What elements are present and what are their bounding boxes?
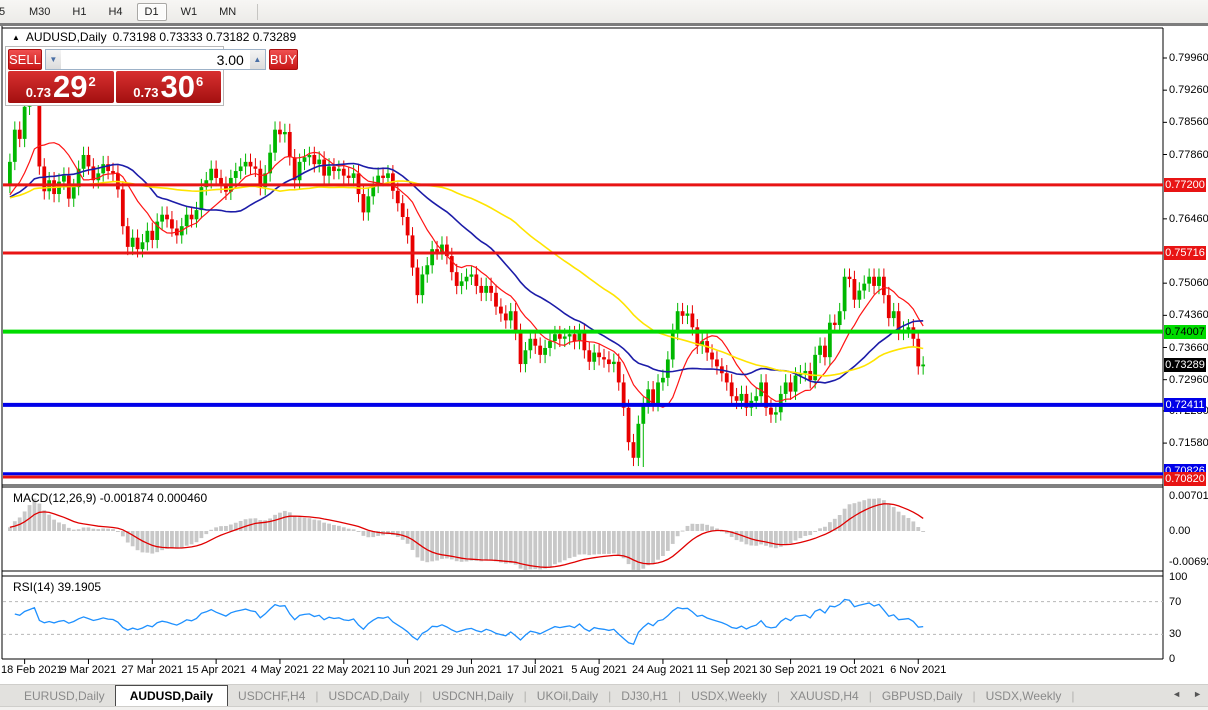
macd-axis-label: 0.00 (1169, 525, 1191, 537)
date-tick-label: 18 Feb 2021 (1, 664, 63, 676)
chart-tab-usdx[interactable]: USDX,Weekly (681, 685, 777, 706)
price-tick-label: 0.75060 (1169, 277, 1208, 290)
chart-ohlc-values: 0.73198 0.73333 0.73182 0.73289 (112, 30, 297, 44)
chart-symbol-period: AUDUSD,Daily (25, 30, 107, 44)
date-tick-label: 4 May 2021 (251, 664, 309, 676)
date-tick-label: 17 Jul 2021 (506, 664, 564, 676)
chart-title: ▲ AUDUSD,Daily 0.73198 0.73333 0.73182 0… (12, 30, 296, 44)
chart-tab-dj30[interactable]: DJ30,H1 (611, 685, 678, 706)
price-tick-label: 0.74360 (1169, 309, 1208, 322)
price-level-label-073289: 0.73289 (1164, 357, 1206, 372)
date-tick-label: 22 May 2021 (311, 664, 376, 676)
date-tick-label: 6 Nov 2021 (890, 664, 947, 676)
price-level-label-075716: 0.75716 (1164, 246, 1206, 261)
tab-scroll-arrows: ◄ ► (1172, 689, 1202, 699)
ask-pipette: 6 (196, 74, 204, 89)
chart-tab-usdchf[interactable]: USDCHF,H4 (228, 685, 315, 706)
price-tick-label: 0.73660 (1169, 341, 1208, 354)
date-tick-label: 5 Aug 2021 (571, 664, 627, 676)
date-tick-label: 24 Aug 2021 (632, 664, 694, 676)
date-tick-label: 9 Mar 2021 (60, 664, 117, 676)
ask-big-digits: 30 (160, 69, 196, 104)
chart-tab-eurusd[interactable]: EURUSD,Daily (14, 685, 115, 706)
buy-button[interactable]: BUY (268, 49, 298, 70)
one-click-trade-panel: SELL ▼ ▲ BUY 0.73 29 2 0.73 30 6 (5, 46, 298, 106)
date-tick-label: 29 Jun 2021 (441, 664, 502, 676)
date-tick-label: 11 Sep 2021 (695, 664, 758, 676)
date-tick-label: 19 Oct 2021 (824, 664, 885, 676)
price-tick-label: 0.77860 (1169, 148, 1208, 161)
chart-tab-audusd[interactable]: AUDUSD,Daily (114, 685, 229, 706)
window-top-edge (0, 23, 1208, 26)
price-level-label-070820: 0.70820 (1164, 472, 1206, 486)
sell-button[interactable]: SELL (8, 49, 42, 70)
collapse-panel-icon[interactable]: ▲ (12, 33, 20, 42)
price-tick-label: 0.79260 (1169, 84, 1208, 97)
timeframe-button-d1[interactable]: D1 (136, 2, 167, 21)
rsi-axis-label: 30 (1169, 628, 1182, 641)
timeframe-button-mn[interactable]: MN (211, 3, 244, 21)
date-tick-label: 30 Sep 2021 (759, 664, 822, 676)
macd-axis-label: -0.006923 (1169, 556, 1208, 568)
rsi-axis-label: 70 (1169, 595, 1182, 608)
volume-decrease-icon[interactable]: ▼ (45, 50, 61, 69)
volume-stepper: ▼ ▲ (44, 49, 266, 70)
ask-prefix: 0.73 (133, 85, 159, 100)
rsi-pane-area[interactable] (3, 577, 1163, 659)
price-tick-label: 0.76460 (1169, 212, 1208, 225)
price-level-label-077200: 0.77200 (1164, 177, 1206, 192)
bid-big-digits: 29 (53, 69, 88, 104)
date-tick-label: 10 Jun 2021 (377, 664, 438, 676)
macd-axis-label: 0.007015 (1169, 490, 1208, 502)
price-tick-label: 0.71580 (1169, 437, 1208, 450)
price-level-label-072411: 0.72411 (1164, 397, 1206, 412)
rsi-label: RSI(14) 39.1905 (13, 580, 102, 594)
macd-label: MACD(12,26,9) -0.001874 0.000460 (13, 491, 208, 505)
bid-prefix: 0.73 (25, 85, 52, 100)
price-tick-label: 0.72960 (1169, 373, 1208, 386)
price-tick-label: 0.78560 (1169, 116, 1208, 129)
chart-tab-xauusd[interactable]: XAUUSD,H4 (780, 685, 869, 706)
chart-tab-usdx[interactable]: USDX,Weekly (976, 685, 1072, 706)
timeframe-button-m30[interactable]: M30 (21, 3, 58, 21)
date-tick-label: 27 Mar 2021 (121, 664, 184, 676)
timeframe-button-w1[interactable]: W1 (173, 3, 206, 21)
volume-increase-icon[interactable]: ▲ (249, 50, 265, 69)
toolbar-separator (257, 3, 259, 20)
rsi-axis-label: 0 (1169, 653, 1176, 665)
timeframe-toolbar: 5 M30 H1 H4 D1 W1 MN (0, 0, 1208, 24)
trade-panel-controls: SELL ▼ ▲ BUY (6, 47, 298, 71)
chart-tab-usdcad[interactable]: USDCAD,Daily (319, 685, 420, 706)
price-tick-label: 0.79960 (1169, 52, 1208, 64)
chart-tab-usdcnh[interactable]: USDCNH,Daily (422, 685, 523, 706)
tab-separator: | (1071, 688, 1075, 703)
timeframe-button-5[interactable]: 5 (0, 3, 15, 21)
trade-panel-quotes: 0.73 29 2 0.73 30 6 (6, 71, 223, 105)
rsi-axis-label: 100 (1169, 571, 1188, 583)
bid-quote[interactable]: 0.73 29 2 (8, 71, 114, 103)
tab-scroll-right-icon[interactable]: ► (1193, 689, 1202, 699)
date-tick-label: 15 Apr 2021 (186, 664, 246, 676)
timeframe-button-h1[interactable]: H1 (64, 3, 94, 21)
chart-tab-ukoil[interactable]: UKOil,Daily (527, 685, 608, 706)
ask-quote[interactable]: 0.73 30 6 (115, 69, 221, 104)
chart-tab-gbpusd[interactable]: GBPUSD,Daily (872, 685, 973, 706)
price-level-label-074007: 0.74007 (1164, 324, 1206, 339)
chart-tab-bar: EURUSD,Daily AUDUSD,Daily USDCHF,H4 | USDCAD… (0, 684, 1208, 707)
bid-pipette: 2 (88, 74, 96, 89)
volume-input[interactable] (60, 50, 250, 69)
timeframe-button-h4[interactable]: H4 (100, 3, 130, 21)
tab-scroll-left-icon[interactable]: ◄ (1172, 689, 1181, 699)
